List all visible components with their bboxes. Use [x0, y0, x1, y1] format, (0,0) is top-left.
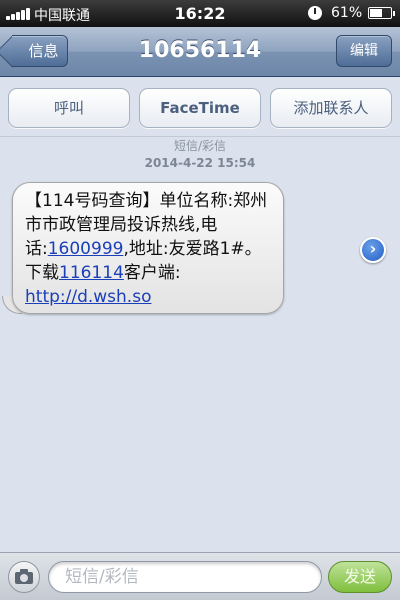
rotation-lock-icon [308, 6, 322, 20]
battery-percent: 61% [331, 5, 363, 21]
send-button[interactable]: 发送 [328, 561, 392, 593]
message-type-label: 短信/彩信 [173, 139, 227, 153]
url-link[interactable]: http://d.wsh.so [25, 287, 151, 307]
phone-link[interactable]: 1600999 [48, 239, 124, 259]
battery-icon [368, 7, 395, 19]
message-input[interactable]: 短信/彩信 [48, 561, 322, 593]
call-button[interactable]: 呼叫 [8, 88, 130, 128]
back-button-wrap: 信息 [0, 27, 80, 77]
add-contact-button[interactable]: 添加联系人 [270, 88, 392, 128]
camera-icon[interactable] [8, 561, 40, 593]
number-link[interactable]: 116114 [59, 263, 124, 283]
status-bar: 中国联通 16:22 61% [0, 0, 400, 27]
contact-actions: 呼叫 FaceTime 添加联系人 [0, 88, 400, 130]
detail-disclosure-icon[interactable]: › [360, 237, 386, 263]
composer-bar: 短信/彩信 发送 [0, 552, 400, 600]
message-bubble: 【114号码查询】单位名称:郑州市市政管理局投诉热线,电话:1600999,地址… [12, 182, 284, 314]
edit-button[interactable]: 编辑 [336, 35, 392, 67]
conversation-title: 10656114 [138, 38, 262, 63]
navigation-bar: 信息 10656114 编辑 [0, 27, 400, 77]
message-timestamp: 2014-4-22 15:54 [144, 156, 256, 170]
battery-fill [370, 9, 382, 17]
back-button[interactable]: 信息 [12, 35, 68, 67]
message-text: 客户端: [123, 263, 181, 283]
facetime-button[interactable]: FaceTime [139, 88, 261, 128]
